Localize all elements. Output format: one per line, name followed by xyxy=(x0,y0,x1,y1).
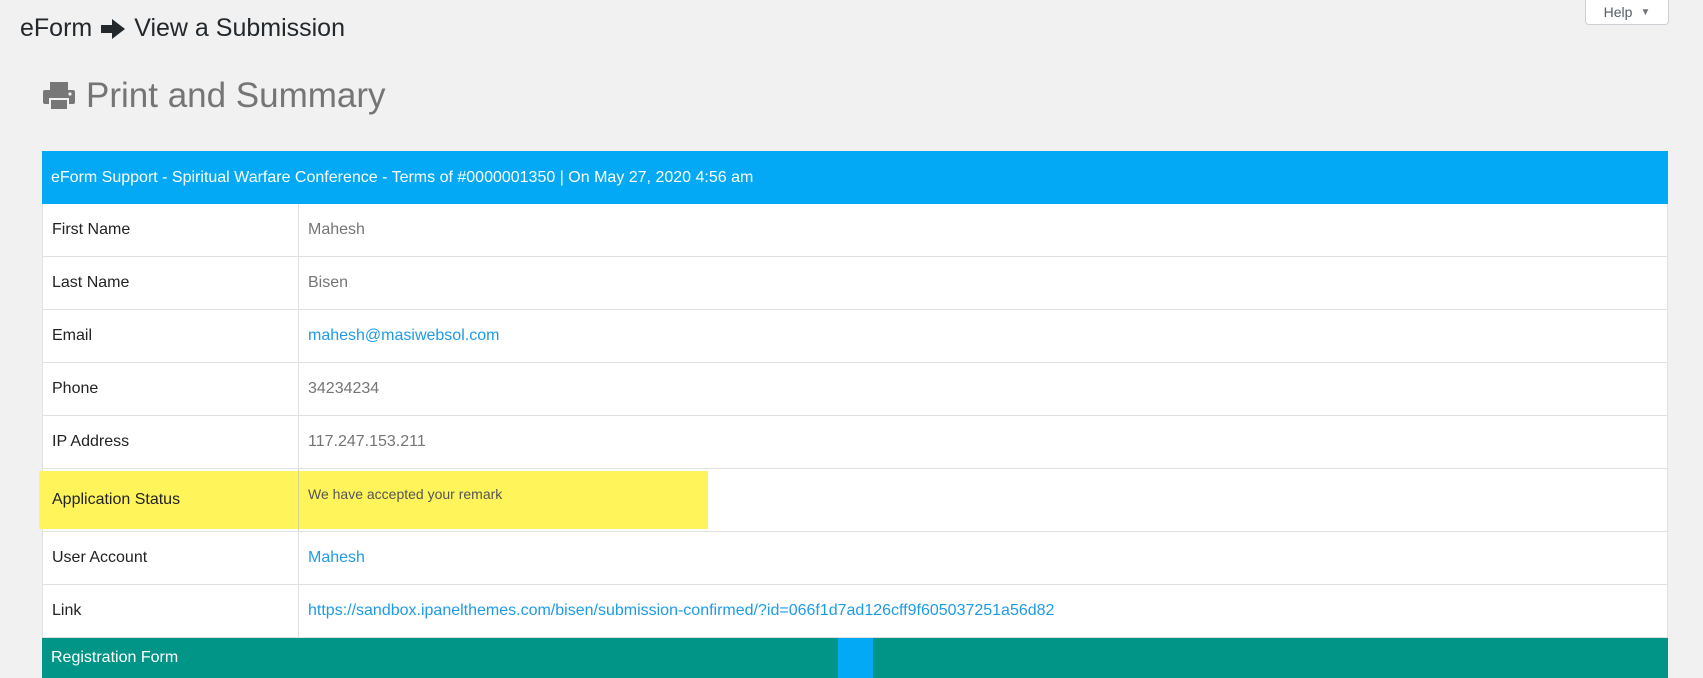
section-title: Registration Form xyxy=(51,649,179,666)
table-row: First Name Mahesh xyxy=(42,204,1668,257)
table-row: Link https://sandbox.ipanelthemes.com/bi… xyxy=(42,585,1668,638)
table-row: Phone 34234234 xyxy=(42,363,1668,416)
breadcrumb-page: View a Submission xyxy=(134,14,345,42)
summary-header: eForm Support - Spiritual Warfare Confer… xyxy=(42,151,1668,204)
arrow-right-icon xyxy=(101,18,126,39)
caret-down-icon: ▼ xyxy=(1640,6,1651,18)
submission-link[interactable]: https://sandbox.ipanelthemes.com/bisen/s… xyxy=(299,585,1667,637)
row-value: 34234234 xyxy=(308,380,380,397)
row-label: Email xyxy=(43,310,299,362)
breadcrumb-app: eForm xyxy=(20,14,93,42)
row-label: IP Address xyxy=(43,416,299,468)
help-label: Help xyxy=(1603,4,1633,20)
table-row: Email mahesh@masiwebsol.com xyxy=(42,310,1668,363)
submission-summary: eForm Support - Spiritual Warfare Confer… xyxy=(39,151,1668,678)
email-link[interactable]: mahesh@masiwebsol.com xyxy=(299,310,1667,362)
page-heading: Print and Summary xyxy=(42,76,386,116)
registration-form-section: Registration Form xyxy=(42,638,1668,678)
row-label: Link xyxy=(43,585,299,637)
help-button[interactable]: Help ▼ xyxy=(1585,0,1669,25)
row-label: Application Status xyxy=(43,469,299,531)
user-account-link[interactable]: Mahesh xyxy=(299,532,1667,584)
row-value: Bisen xyxy=(308,274,349,291)
row-value: Mahesh xyxy=(308,221,365,238)
row-label: Phone xyxy=(43,363,299,415)
row-value: 117.247.153.211 xyxy=(308,433,426,450)
application-status-row: Application Status We have accepted your… xyxy=(39,469,1668,532)
table-row: Last Name Bisen xyxy=(42,257,1668,310)
table-row: User Account Mahesh xyxy=(42,532,1668,585)
application-status-value: We have accepted your remark xyxy=(308,486,503,502)
page-title: Print and Summary xyxy=(86,76,386,115)
row-label: First Name xyxy=(43,204,299,256)
table-row: IP Address 117.247.153.211 xyxy=(42,416,1668,469)
print-icon xyxy=(43,82,75,111)
row-label: Last Name xyxy=(43,257,299,309)
section-marker xyxy=(838,638,873,678)
breadcrumb: eForm View a Submission xyxy=(20,14,345,43)
row-label: User Account xyxy=(43,532,299,584)
